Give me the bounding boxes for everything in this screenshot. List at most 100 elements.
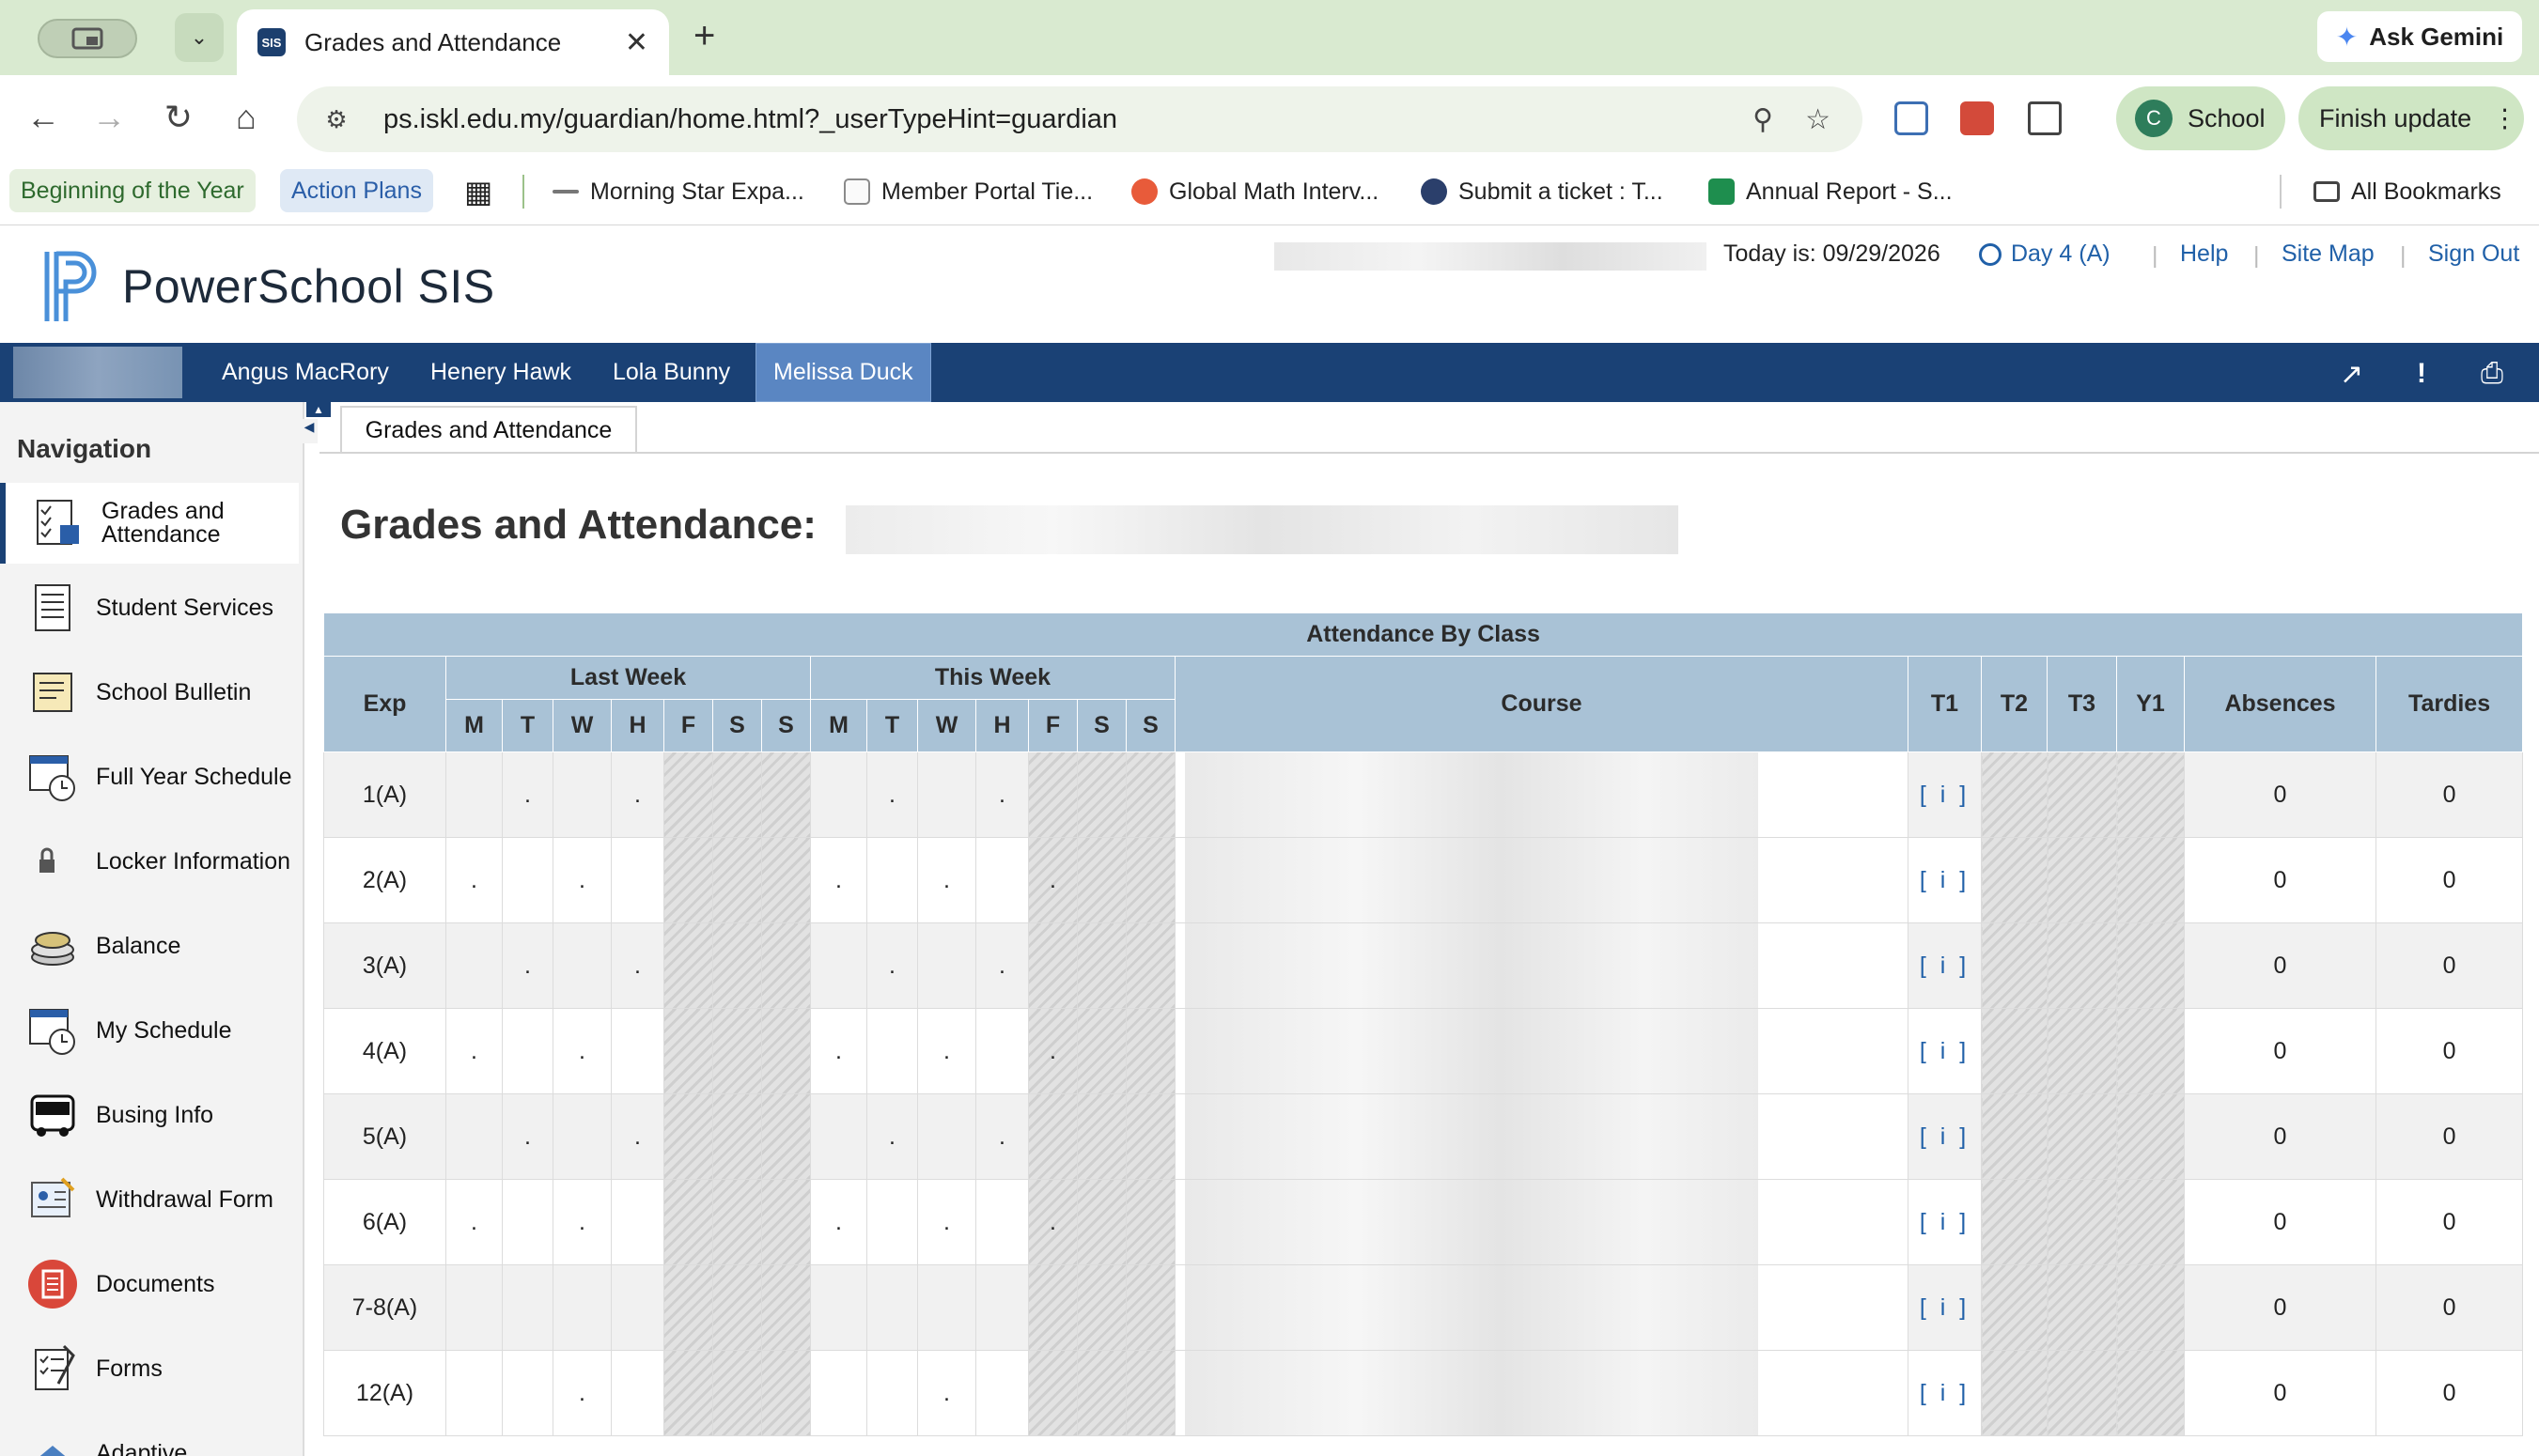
bookmark-group-beginning[interactable]: Beginning of the Year [9,169,256,212]
attendance-day-cell[interactable] [761,1264,811,1351]
attendance-day-cell[interactable] [611,1008,664,1094]
absences-cell[interactable]: 0 [2184,1264,2376,1351]
attendance-day-cell[interactable]: . [502,1093,553,1180]
attendance-day-cell[interactable]: . [611,751,664,838]
bookmark-member-portal[interactable]: Member Portal Tie... [844,173,1093,210]
attendance-day-cell[interactable] [761,922,811,1009]
student-tab-melissa[interactable]: Melissa Duck [755,343,931,402]
attendance-day-cell[interactable] [761,751,811,838]
t1-info-link[interactable]: [ i ] [1920,953,1970,979]
bookmark-global-math[interactable]: Global Math Interv... [1131,173,1379,210]
attendance-day-cell[interactable]: . [810,1179,867,1265]
attendance-day-cell[interactable] [1077,1264,1127,1351]
bookmark-star-icon[interactable]: ☆ [1805,103,1830,136]
attendance-day-cell[interactable] [663,1008,713,1094]
t1-grade-cell[interactable]: [ i ] [1908,837,1982,923]
attendance-day-cell[interactable]: . [975,922,1029,1009]
absences-cell[interactable]: 0 [2184,837,2376,923]
attendance-day-cell[interactable]: . [1028,1179,1078,1265]
attendance-day-cell[interactable] [445,1093,503,1180]
attendance-day-cell[interactable] [1028,1264,1078,1351]
attendance-day-cell[interactable] [810,751,867,838]
finish-update-button[interactable]: Finish update ⋮ [2298,86,2524,150]
bookmark-submit-ticket[interactable]: Submit a ticket : T... [1421,173,1663,210]
attendance-day-cell[interactable]: . [445,1179,503,1265]
student-tab-angus[interactable]: Angus MacRory [205,343,406,402]
attendance-day-cell[interactable]: . [1028,837,1078,923]
attendance-day-cell[interactable] [502,1350,553,1436]
bookmark-morning-star[interactable]: Morning Star Expa... [553,173,804,210]
attendance-day-cell[interactable] [663,1179,713,1265]
attendance-day-cell[interactable] [611,837,664,923]
attendance-day-cell[interactable] [810,922,867,1009]
attendance-day-cell[interactable] [1077,1093,1127,1180]
absences-cell[interactable]: 0 [2184,1179,2376,1265]
attendance-day-cell[interactable] [1126,751,1176,838]
attendance-day-cell[interactable] [712,1179,762,1265]
course-cell[interactable] [1175,1350,1908,1436]
course-cell[interactable] [1175,1093,1908,1180]
attendance-day-cell[interactable]: . [502,751,553,838]
attendance-day-cell[interactable] [975,837,1029,923]
tab-groups-button[interactable] [38,19,137,58]
attendance-day-cell[interactable] [917,922,976,1009]
reload-icon[interactable]: ↻ [158,98,199,137]
attendance-day-cell[interactable] [1028,751,1078,838]
attendance-day-cell[interactable] [1077,751,1127,838]
attendance-day-cell[interactable] [1077,1350,1127,1436]
attendance-day-cell[interactable] [712,1008,762,1094]
attendance-day-cell[interactable] [810,1093,867,1180]
help-link[interactable]: Help [2180,240,2228,268]
attendance-day-cell[interactable] [975,1179,1029,1265]
attendance-day-cell[interactable]: . [553,1350,612,1436]
attendance-day-cell[interactable] [866,1350,918,1436]
absences-cell[interactable]: 0 [2184,1350,2376,1436]
t1-grade-cell[interactable]: [ i ] [1908,1350,1982,1436]
nav-item-documents[interactable]: Documents [0,1244,299,1324]
attendance-day-cell[interactable]: . [502,922,553,1009]
attendance-day-cell[interactable] [1126,1264,1176,1351]
attendance-day-cell[interactable] [761,1008,811,1094]
attendance-day-cell[interactable] [663,922,713,1009]
attendance-day-cell[interactable]: . [445,1008,503,1094]
attendance-day-cell[interactable] [553,1093,612,1180]
student-tab-henery[interactable]: Henery Hawk [413,343,588,402]
attendance-day-cell[interactable] [445,922,503,1009]
attendance-day-cell[interactable] [712,1264,762,1351]
attendance-day-cell[interactable]: . [917,837,976,923]
attendance-day-cell[interactable] [553,751,612,838]
absences-cell[interactable]: 0 [2184,1008,2376,1094]
attendance-day-cell[interactable] [975,1008,1029,1094]
attendance-day-cell[interactable] [663,1093,713,1180]
attendance-day-cell[interactable] [1028,1350,1078,1436]
course-cell[interactable] [1175,837,1908,923]
attendance-day-cell[interactable] [663,837,713,923]
attendance-day-cell[interactable] [1077,922,1127,1009]
absences-cell[interactable]: 0 [2184,751,2376,838]
profile-button[interactable]: C School [2116,86,2285,150]
attendance-day-cell[interactable] [502,837,553,923]
attendance-day-cell[interactable]: . [975,751,1029,838]
bookmark-group-action-plans[interactable]: Action Plans [280,169,433,212]
course-cell[interactable] [1175,751,1908,838]
attendance-day-cell[interactable] [611,1350,664,1436]
attendance-day-cell[interactable]: . [445,837,503,923]
course-cell[interactable] [1175,1264,1908,1351]
tardies-cell[interactable]: 0 [2375,837,2524,923]
t1-info-link[interactable]: [ i ] [1920,1123,1970,1150]
attendance-day-cell[interactable] [1028,922,1078,1009]
attendance-day-cell[interactable] [866,1179,918,1265]
attendance-day-cell[interactable]: . [917,1008,976,1094]
content-tab-grades-attendance[interactable]: Grades and Attendance [340,406,637,453]
attendance-day-cell[interactable] [502,1264,553,1351]
sign-out-link[interactable]: Sign Out [2428,240,2519,268]
attendance-day-cell[interactable]: . [553,1179,612,1265]
attendance-day-cell[interactable] [1077,1179,1127,1265]
tardies-cell[interactable]: 0 [2375,1179,2524,1265]
extensions-puzzle-icon[interactable] [2028,101,2062,135]
attendance-day-cell[interactable] [445,751,503,838]
t1-info-link[interactable]: [ i ] [1920,782,1970,808]
t1-grade-cell[interactable]: [ i ] [1908,922,1982,1009]
nav-item-busing-info[interactable]: Busing Info [0,1075,299,1155]
attendance-day-cell[interactable]: . [810,837,867,923]
